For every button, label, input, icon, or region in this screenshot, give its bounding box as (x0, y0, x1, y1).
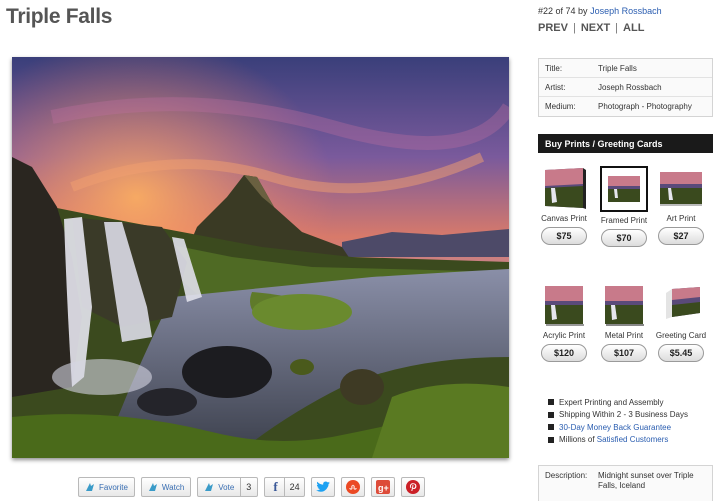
product-label: Canvas Print (541, 214, 587, 223)
bullet-icon (548, 411, 554, 418)
product-label: Art Print (666, 214, 696, 223)
info-value: Photograph - Photography (598, 102, 692, 111)
artist-link[interactable]: Joseph Rossbach (590, 6, 662, 16)
artwork-photo (12, 57, 509, 458)
feature-text: Millions of (559, 435, 597, 445)
twitter-icon (315, 481, 330, 492)
favorite-button[interactable]: Favorite (78, 477, 135, 497)
features-list: Expert Printing and Assembly Shipping Wi… (548, 396, 688, 446)
product-metal-print[interactable]: Metal Print $107 (594, 283, 654, 362)
bullet-icon (548, 399, 554, 406)
metal-print-price-button[interactable]: $107 (601, 344, 647, 362)
greeting-card-thumbnail[interactable] (658, 283, 704, 327)
svg-text:g+: g+ (378, 483, 389, 493)
feature-text: Expert Printing and Assembly (559, 397, 664, 407)
nav-separator: | (615, 22, 619, 34)
framed-print-price-button[interactable]: $70 (601, 229, 647, 247)
description-key: Description: (545, 471, 588, 480)
framed-print-thumbnail[interactable] (600, 166, 648, 212)
acrylic-print-thumbnail[interactable] (541, 283, 587, 327)
fineart-logo-icon (85, 482, 95, 492)
prev-link[interactable]: PREV (538, 22, 568, 34)
product-label: Greeting Card (655, 331, 707, 340)
product-label: Framed Print (600, 216, 648, 225)
share-bar: Favorite Watch Vote 3 f 24 g+ (78, 477, 425, 497)
pinterest-icon (405, 480, 420, 494)
stumbleupon-icon (345, 480, 360, 494)
page-title: Triple Falls (6, 5, 113, 28)
metal-print-thumbnail[interactable] (601, 283, 647, 327)
artwork-position-text: #22 of 74 by (538, 6, 588, 16)
product-canvas-print[interactable]: Canvas Print $75 (534, 166, 594, 245)
product-acrylic-print[interactable]: Acrylic Print $120 (534, 283, 594, 362)
canvas-print-thumbnail[interactable] (541, 166, 587, 210)
vote-button[interactable]: Vote 3 (197, 477, 259, 497)
all-link[interactable]: ALL (623, 22, 644, 34)
facebook-icon: f (273, 479, 278, 494)
product-art-print[interactable]: Art Print $27 (651, 166, 711, 245)
vote-label: Vote (218, 482, 235, 492)
stumbleupon-share-button[interactable] (340, 477, 365, 497)
satisfied-customers-link[interactable]: Satisfied Customers (597, 435, 669, 444)
product-label: Acrylic Print (542, 331, 586, 340)
product-label: Metal Print (604, 331, 644, 340)
vote-count: 3 (240, 478, 251, 496)
artwork-image[interactable] (12, 57, 509, 458)
description-value: Midnight sunset over Triple Falls, Icela… (598, 471, 694, 490)
feature-text: Shipping Within 2 - 3 Business Days (559, 410, 688, 420)
bullet-icon (548, 424, 554, 431)
nav-links: PREV | NEXT | ALL (538, 22, 662, 34)
art-print-thumbnail[interactable] (658, 166, 704, 210)
greeting-card-price-button[interactable]: $5.45 (658, 344, 704, 362)
facebook-count: 24 (283, 478, 300, 496)
buy-prints-header: Buy Prints / Greeting Cards (538, 134, 713, 153)
acrylic-print-price-button[interactable]: $120 (541, 344, 587, 362)
facebook-share-button[interactable]: f 24 (264, 477, 305, 497)
canvas-print-price-button[interactable]: $75 (541, 227, 587, 245)
feature-item: Shipping Within 2 - 3 Business Days (548, 409, 688, 422)
info-key: Artist: (545, 82, 566, 92)
art-print-price-button[interactable]: $27 (658, 227, 704, 245)
google-plus-share-button[interactable]: g+ (370, 477, 395, 497)
feature-item: 30-Day Money Back Guarantee (548, 421, 688, 434)
watch-label: Watch (161, 482, 185, 492)
info-value: Triple Falls (598, 63, 637, 73)
artwork-navigation: #22 of 74 by Joseph Rossbach PREV | NEXT | A… (538, 6, 662, 34)
fineart-logo-icon (148, 482, 158, 492)
money-back-guarantee-link[interactable]: 30-Day Money Back Guarantee (559, 423, 671, 432)
info-key: Medium: (545, 102, 576, 111)
nav-separator: | (572, 22, 576, 34)
pinterest-share-button[interactable] (400, 477, 425, 497)
info-key: Title: (545, 63, 563, 73)
artwork-position: #22 of 74 by Joseph Rossbach (538, 6, 662, 16)
bullet-icon (548, 436, 554, 443)
info-row-medium: Medium: Photograph - Photography (539, 97, 712, 116)
twitter-share-button[interactable] (310, 477, 335, 497)
fineart-logo-icon (204, 482, 214, 492)
info-row-artist: Artist: Joseph Rossbach (539, 78, 712, 97)
description-table: Description: Midnight sunset over Triple… (538, 465, 713, 501)
feature-item: Expert Printing and Assembly (548, 396, 688, 409)
product-framed-print[interactable]: Framed Print $70 (594, 166, 654, 247)
google-plus-icon: g+ (375, 480, 390, 494)
info-value: Joseph Rossbach (598, 82, 662, 92)
product-greeting-card[interactable]: Greeting Card $5.45 (651, 283, 711, 362)
watch-button[interactable]: Watch (140, 477, 192, 497)
info-row-title: Title: Triple Falls (539, 59, 712, 78)
favorite-label: Favorite (99, 482, 128, 492)
next-link[interactable]: NEXT (581, 22, 610, 34)
artwork-info-table: Title: Triple Falls Artist: Joseph Rossb… (538, 58, 713, 117)
feature-item: Millions of Satisfied Customers (548, 434, 688, 447)
